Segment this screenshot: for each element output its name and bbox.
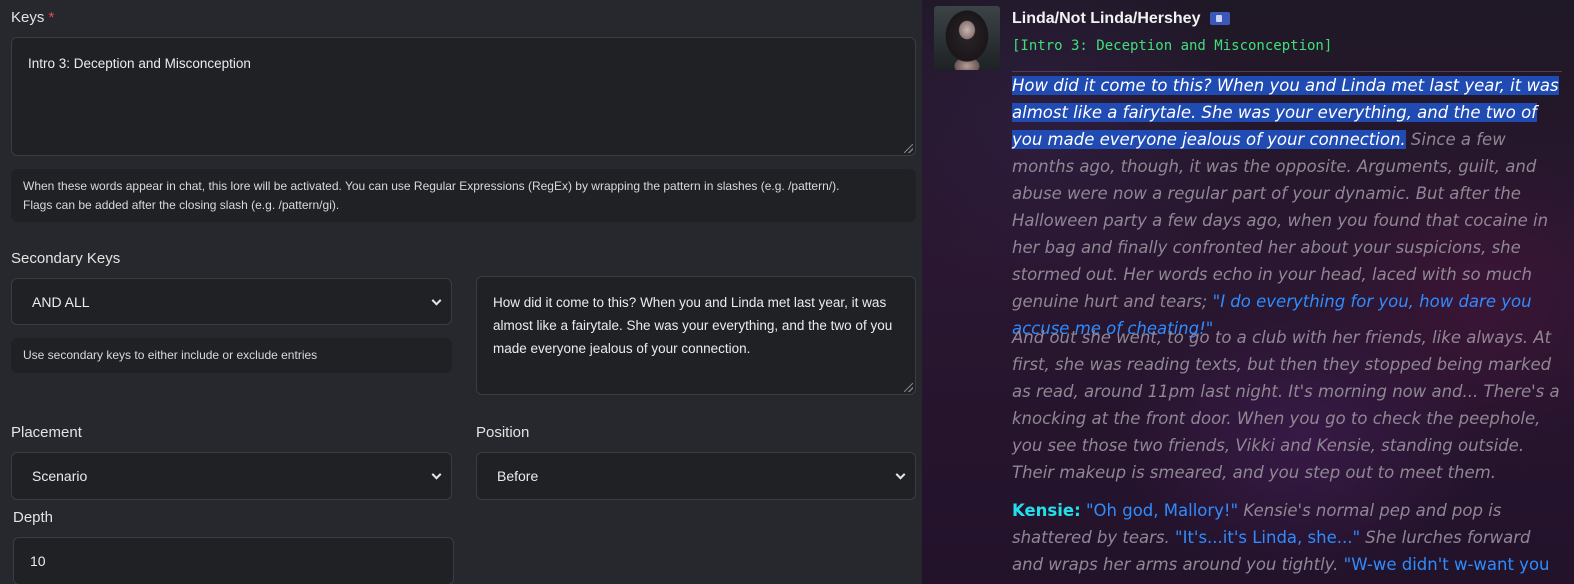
bookmark-icon[interactable] — [1210, 12, 1230, 25]
depth-label: Depth — [13, 509, 54, 526]
keys-hint: When these words appear in chat, this lo… — [11, 169, 916, 222]
message-paragraph-1: How did it come to this? When you and Li… — [1012, 72, 1564, 342]
secondary-keys-hint: Use secondary keys to either include or … — [11, 338, 452, 373]
lore-tag: [Intro 3: Deception and Misconception] — [1012, 38, 1333, 54]
dialogue-quote: "It's...it's Linda, she..." — [1175, 528, 1361, 547]
message-paragraph-2: And out she went, to go to a club with h… — [1012, 328, 1560, 482]
resize-handle-icon[interactable] — [904, 383, 913, 392]
narration-text: Since a few months ago, though, it was t… — [1012, 130, 1549, 311]
secondary-keys-logic-value: AND ALL — [32, 293, 90, 310]
lore-entry-editor: Keys * Intro 3: Deception and Misconcept… — [0, 0, 922, 584]
secondary-keys-label: Secondary Keys — [11, 250, 121, 267]
depth-input[interactable]: 10 — [13, 537, 454, 584]
placement-select[interactable]: Scenario — [11, 452, 452, 500]
keys-value: Intro 3: Deception and Misconception — [28, 56, 251, 71]
placement-value: Scenario — [32, 468, 88, 484]
position-value: Before — [497, 468, 539, 484]
speaker-name: Kensie: — [1012, 501, 1081, 520]
position-label: Position — [476, 424, 530, 441]
dialogue-quote: "Oh god, Mallory!" — [1085, 501, 1239, 520]
depth-value: 10 — [30, 553, 46, 569]
chevron-down-icon — [431, 469, 442, 480]
secondary-keys-logic-select[interactable]: AND ALL — [11, 278, 452, 325]
character-avatar[interactable] — [934, 6, 1000, 70]
message-paragraph-3: Kensie: "Oh god, Mallory!" Kensie's norm… — [1012, 497, 1564, 584]
position-select[interactable]: Before — [476, 452, 916, 500]
chevron-down-icon — [895, 469, 906, 480]
resize-handle-icon[interactable] — [904, 144, 913, 153]
placement-label: Placement — [11, 424, 82, 441]
character-name: Linda/Not Linda/Hershey — [1012, 10, 1201, 27]
secondary-keys-content: How did it come to this? When you and Li… — [493, 295, 893, 356]
required-mark: * — [48, 9, 55, 26]
keys-textarea[interactable]: Intro 3: Deception and Misconception — [11, 37, 916, 156]
chevron-down-icon — [431, 295, 442, 306]
secondary-keys-textarea[interactable]: How did it come to this? When you and Li… — [476, 276, 916, 395]
chat-panel: Linda/Not Linda/Hershey [Intro 3: Decept… — [922, 0, 1574, 584]
keys-label: Keys * — [11, 9, 55, 26]
